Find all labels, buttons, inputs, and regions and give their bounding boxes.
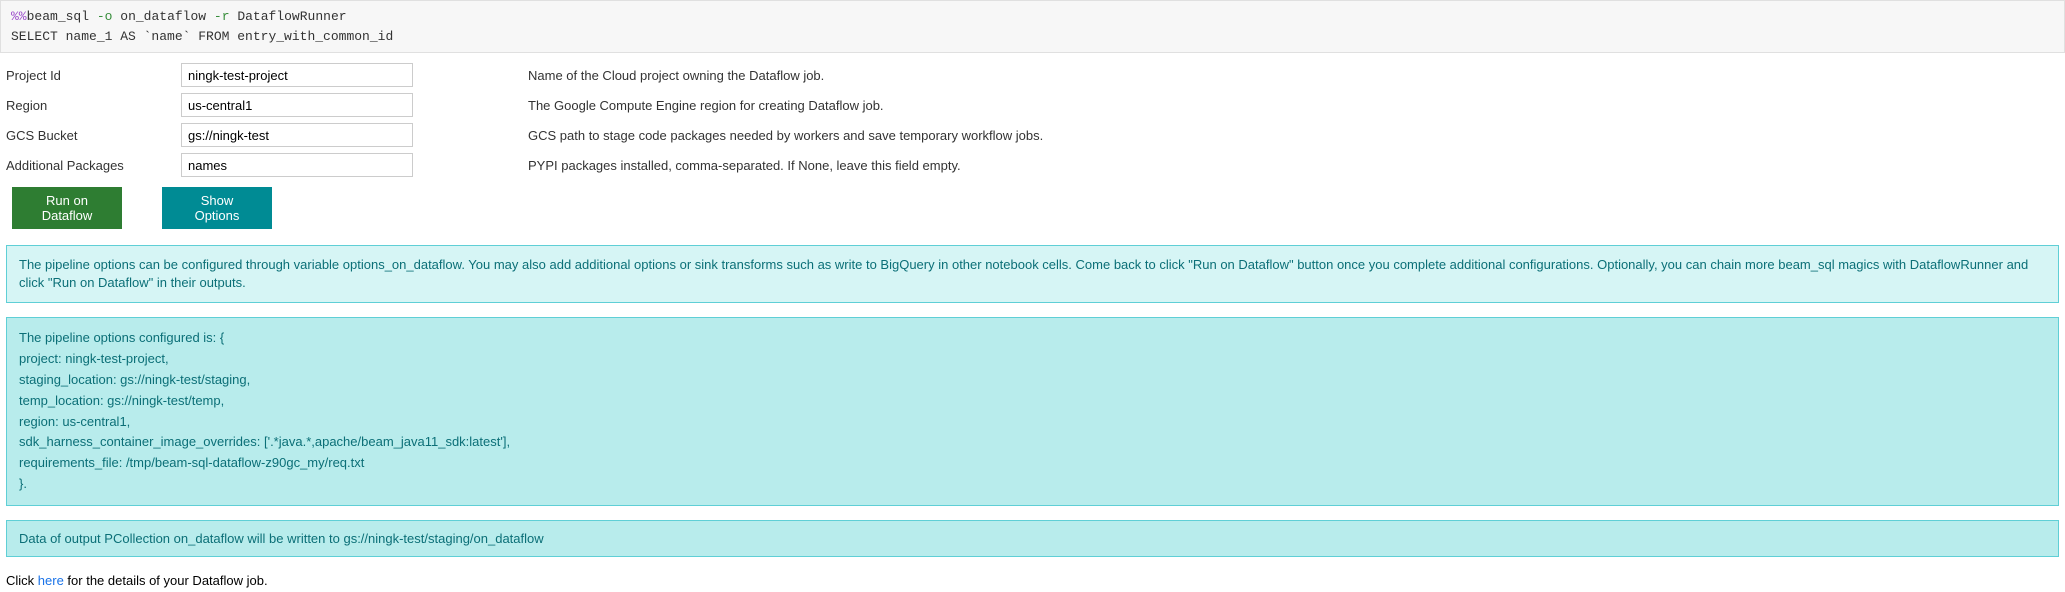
input-gcs-bucket[interactable]: [181, 123, 413, 147]
row-project-id: Project Id Name of the Cloud project own…: [6, 63, 2059, 87]
label-additional-packages: Additional Packages: [6, 158, 181, 173]
label-gcs-bucket: GCS Bucket: [6, 128, 181, 143]
options-info-box: The pipeline options can be configured t…: [6, 245, 2059, 303]
config-dump-box: The pipeline options configured is: { pr…: [6, 317, 2059, 505]
row-additional-packages: Additional Packages PYPI packages instal…: [6, 153, 2059, 177]
magic-name: beam_sql: [27, 9, 89, 24]
desc-project-id: Name of the Cloud project owning the Dat…: [528, 68, 824, 83]
form-area: Project Id Name of the Cloud project own…: [0, 53, 2065, 237]
input-region[interactable]: [181, 93, 413, 117]
desc-additional-packages: PYPI packages installed, comma-separated…: [528, 158, 961, 173]
arg-r: DataflowRunner: [237, 9, 346, 24]
desc-gcs-bucket: GCS path to stage code packages needed b…: [528, 128, 1043, 143]
input-project-id[interactable]: [181, 63, 413, 87]
input-additional-packages[interactable]: [181, 153, 413, 177]
flag-o: -o: [97, 9, 113, 24]
code-cell: %%beam_sql -o on_dataflow -r DataflowRun…: [0, 0, 2065, 53]
desc-region: The Google Compute Engine region for cre…: [528, 98, 884, 113]
show-options-button[interactable]: Show Options: [162, 187, 272, 229]
label-region: Region: [6, 98, 181, 113]
flag-r: -r: [214, 9, 230, 24]
arg-o: on_dataflow: [120, 9, 206, 24]
sql-line: SELECT name_1 AS `name` FROM entry_with_…: [11, 29, 393, 44]
label-project-id: Project Id: [6, 68, 181, 83]
run-on-dataflow-button[interactable]: Run on Dataflow: [12, 187, 122, 229]
button-row: Run on Dataflow Show Options: [6, 187, 2059, 229]
footer-line: Click here for the details of your Dataf…: [0, 565, 2065, 592]
output-location-box: Data of output PCollection on_dataflow w…: [6, 520, 2059, 557]
row-gcs-bucket: GCS Bucket GCS path to stage code packag…: [6, 123, 2059, 147]
row-region: Region The Google Compute Engine region …: [6, 93, 2059, 117]
magic-prefix: %%: [11, 9, 27, 24]
